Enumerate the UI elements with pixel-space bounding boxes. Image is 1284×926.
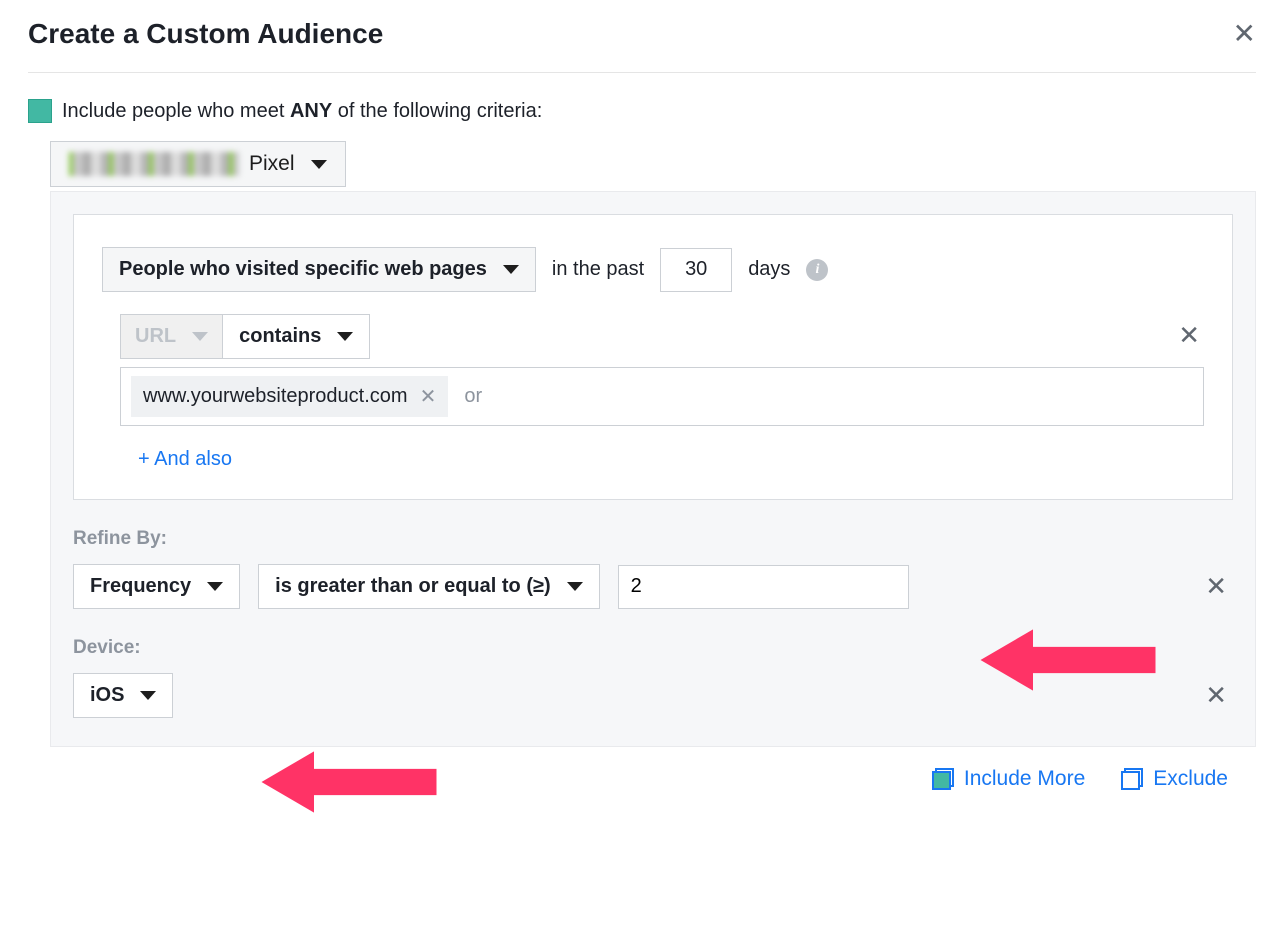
include-indicator-square — [28, 99, 52, 123]
url-chip-text: www.yourwebsiteproduct.com — [143, 385, 408, 408]
visit-row: People who visited specific web pages in… — [102, 247, 1204, 292]
refine-value-input[interactable] — [618, 565, 909, 609]
refine-comparison-label: is greater than or equal to (≥) — [275, 575, 550, 598]
rule-card: People who visited specific web pages in… — [73, 214, 1233, 500]
include-more-label: Include More — [964, 767, 1085, 791]
url-operator-label: contains — [239, 325, 321, 348]
and-also-link[interactable]: + And also — [138, 448, 1204, 471]
criteria-row: Include people who meet ANY of the follo… — [28, 99, 1256, 123]
refine-metric-label: Frequency — [90, 575, 191, 598]
device-dropdown[interactable]: iOS — [73, 673, 173, 718]
refine-row: Frequency is greater than or equal to (≥… — [73, 564, 1233, 609]
exclude-label: Exclude — [1153, 767, 1228, 791]
remove-url-rule-icon[interactable]: ✕ — [1178, 320, 1200, 351]
visitor-behavior-dropdown[interactable]: People who visited specific web pages — [102, 247, 536, 292]
url-field-dropdown[interactable]: URL — [121, 315, 223, 358]
visitor-behavior-label: People who visited specific web pages — [119, 258, 487, 281]
past-prefix: in the past — [552, 258, 644, 281]
modal-title: Create a Custom Audience — [28, 18, 383, 50]
chevron-down-icon — [567, 582, 583, 591]
exclude-overlap-icon — [1121, 768, 1143, 790]
device-value-label: iOS — [90, 684, 124, 707]
remove-device-row-icon[interactable]: ✕ — [1205, 680, 1233, 711]
chevron-down-icon — [311, 160, 327, 169]
criteria-text: Include people who meet ANY of the follo… — [62, 100, 542, 123]
device-label: Device: — [73, 637, 1233, 659]
footer-actions: Include More Exclude — [28, 747, 1256, 791]
criteria-emphasis: ANY — [290, 100, 332, 122]
pixel-label: Pixel — [249, 152, 295, 176]
url-operator-dropdown[interactable]: contains — [223, 315, 369, 358]
refine-metric-dropdown[interactable]: Frequency — [73, 564, 240, 609]
rules-wrapper: People who visited specific web pages in… — [28, 191, 1256, 747]
chevron-down-icon — [503, 265, 519, 274]
url-chip: www.yourwebsiteproduct.com ✕ — [131, 376, 448, 417]
modal-header: Create a Custom Audience ✕ — [28, 18, 1256, 73]
url-field-label: URL — [135, 325, 176, 348]
criteria-prefix: Include people who meet — [62, 100, 290, 122]
exclude-link[interactable]: Exclude — [1121, 767, 1228, 791]
refine-comparison-dropdown[interactable]: is greater than or equal to (≥) — [258, 564, 599, 609]
chevron-down-icon — [207, 582, 223, 591]
device-row: iOS ✕ — [73, 673, 1233, 718]
url-input-row[interactable]: www.yourwebsiteproduct.com ✕ or — [120, 367, 1204, 426]
include-overlap-icon — [932, 768, 954, 790]
remove-refine-row-icon[interactable]: ✕ — [1205, 571, 1233, 602]
or-hint: or — [464, 385, 482, 408]
chevron-down-icon — [337, 332, 353, 341]
days-suffix: days — [748, 258, 790, 281]
criteria-suffix: of the following criteria: — [332, 100, 542, 122]
chevron-down-icon — [192, 332, 208, 341]
chevron-down-icon — [140, 691, 156, 700]
refine-by-label: Refine By: — [73, 528, 1233, 550]
remove-chip-icon[interactable]: ✕ — [420, 384, 437, 409]
info-icon[interactable]: i — [806, 259, 828, 281]
pixel-source-dropdown[interactable]: Pixel — [50, 141, 346, 187]
url-field-operator-group: URL contains — [120, 314, 370, 359]
custom-audience-modal: Create a Custom Audience ✕ Include peopl… — [0, 0, 1284, 809]
close-icon[interactable]: ✕ — [1233, 20, 1256, 48]
days-input[interactable] — [660, 248, 732, 292]
include-more-link[interactable]: Include More — [932, 767, 1085, 791]
rules-panel: People who visited specific web pages in… — [50, 191, 1256, 747]
pixel-name-redacted — [69, 152, 239, 176]
url-filter-block: URL contains ✕ www.yourwebsiteproduct.co… — [120, 314, 1204, 471]
